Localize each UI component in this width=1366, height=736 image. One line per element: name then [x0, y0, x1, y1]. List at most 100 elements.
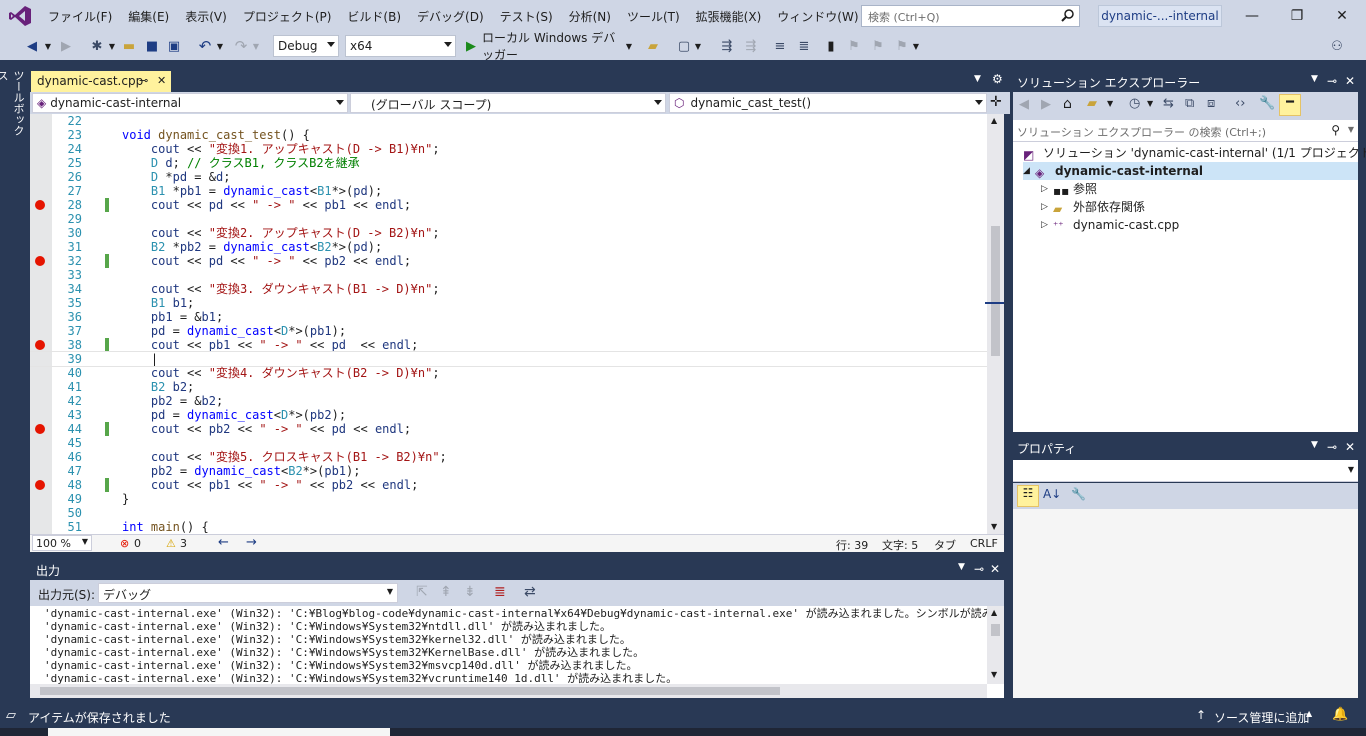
project-select[interactable]: ◈ dynamic-cast-internal — [32, 93, 348, 113]
solution-explorer-search[interactable]: ソリューション エクスプローラー の検索 (Ctrl+;) ⚲ ▼ — [1013, 120, 1358, 142]
collapsed-triangle-icon[interactable]: ▷ — [1041, 198, 1053, 216]
code-line[interactable]: 31 B2 *pb2 = dynamic_cast<B2*>(pd); — [30, 240, 990, 254]
breakpoint-icon[interactable] — [35, 256, 45, 266]
add-to-source-control[interactable]: ソース管理に追加 — [1214, 709, 1309, 726]
configuration-select[interactable]: Debug — [273, 35, 339, 57]
browser-icon[interactable]: ▢ — [676, 36, 692, 56]
breakpoint-icon[interactable] — [35, 340, 45, 350]
code-editor[interactable]: 22 23 void dynamic_cast_test() {24 cout <<… — [30, 114, 1004, 534]
scroll-up-icon[interactable]: ▲ — [991, 116, 997, 125]
redo-icon[interactable]: ↷ — [232, 36, 250, 56]
close-panel-icon[interactable]: ✕ — [1345, 74, 1355, 88]
scroll-down-icon[interactable]: ▼ — [991, 670, 997, 679]
pending-changes-icon[interactable]: ◷ — [1129, 96, 1140, 111]
arrow-up-icon[interactable]: ↑ — [1196, 708, 1206, 722]
dropdown-icon[interactable]: ▼ — [958, 562, 965, 572]
switch-view-icon[interactable]: ▰ — [1087, 96, 1097, 111]
code-line[interactable]: 50 — [30, 506, 990, 520]
code-line[interactable]: 30 cout << "変換2. アップキャスト(D -> B2)¥n"; — [30, 226, 990, 240]
menu-item-1[interactable]: 編集(E) — [120, 8, 177, 25]
scope-select[interactable]: (グローバル スコープ) — [350, 93, 666, 113]
code-line[interactable]: 37 pd = dynamic_cast<D*>(pb1); — [30, 324, 990, 338]
preview-selected-icon[interactable]: ━ — [1279, 94, 1301, 116]
code-line[interactable]: 41 B2 b2; — [30, 380, 990, 394]
back-dropdown-icon[interactable]: ▼ — [42, 36, 54, 56]
pin-icon[interactable]: ⊸ — [1327, 440, 1337, 454]
menu-item-9[interactable]: 拡張機能(X) — [688, 8, 770, 25]
menu-item-8[interactable]: ツール(T) — [619, 8, 688, 25]
menu-item-2[interactable]: 表示(V) — [177, 8, 235, 25]
close-panel-icon[interactable]: ✕ — [990, 562, 1000, 576]
chevron-up-icon[interactable]: ▲ — [1306, 709, 1312, 718]
tree-item-references[interactable]: ▷ ▪▪ 参照 — [1041, 180, 1097, 198]
collapsed-triangle-icon[interactable]: ▷ — [1041, 180, 1053, 198]
code-line[interactable]: 51 int main() { — [30, 520, 990, 534]
breakpoint-icon[interactable] — [35, 200, 45, 210]
search-input[interactable]: 検索 (Ctrl+Q) — [861, 5, 1080, 27]
goto-icon[interactable]: ⇱ — [416, 584, 428, 600]
code-line[interactable]: 25 D d; // クラスB1, クラスB2を継承 — [30, 156, 990, 170]
code-line[interactable]: 23 void dynamic_cast_test() { — [30, 128, 990, 142]
forward-icon[interactable]: ▶ — [58, 36, 74, 56]
process-icon[interactable]: ▰ — [644, 36, 662, 56]
code-line[interactable]: 26 D *pd = &d; — [30, 170, 990, 184]
save-icon[interactable]: ■ — [144, 36, 160, 56]
gear-icon[interactable]: ⚙ — [992, 72, 1003, 86]
code-line[interactable]: 46 cout << "変換5. クロスキャスト(B1 -> B2)¥n"; — [30, 450, 990, 464]
output-vertical-scrollbar[interactable]: ▲ ▼ — [987, 606, 1004, 684]
toolbox-tab[interactable]: ツールボックス — [0, 70, 26, 140]
next-message-icon[interactable]: ⇟ — [464, 584, 476, 600]
minimize-icon[interactable]: — — [1242, 6, 1262, 26]
prev-message-icon[interactable]: ⇞ — [440, 584, 452, 600]
close-window-icon[interactable]: ✕ — [1332, 6, 1352, 26]
tab-dynamic-cast-cpp[interactable]: dynamic-cast.cpp ⊸ ✕ — [31, 71, 171, 92]
search-options-icon[interactable]: ▼ — [1348, 125, 1354, 134]
back-icon[interactable]: ◀ — [24, 36, 40, 56]
tab-list-icon[interactable]: ▼ — [974, 74, 981, 84]
menu-item-10[interactable]: ウィンドウ(W) — [769, 8, 866, 25]
tree-item-solution[interactable]: ◩ ソリューション 'dynamic-cast-internal' (1/1 プ… — [1023, 144, 1366, 162]
uncomment-icon[interactable]: ≣ — [796, 36, 812, 56]
output-source-select[interactable]: デバッグ ▼ — [98, 583, 398, 603]
visual-studio-logo-icon[interactable] — [8, 5, 32, 27]
menu-item-4[interactable]: ビルド(B) — [339, 8, 409, 25]
taskbar-search-box[interactable] — [48, 728, 390, 736]
tree-item-external-deps[interactable]: ▷ ▰ 外部依存関係 — [1041, 198, 1145, 216]
undo-dropdown-icon[interactable]: ▼ — [216, 36, 224, 56]
browser-dropdown-icon[interactable]: ▼ — [694, 36, 702, 56]
show-all-files-icon[interactable]: ⧈ — [1207, 96, 1215, 111]
editor-scroll-thumb[interactable] — [991, 226, 1000, 356]
forward-icon[interactable]: ▶ — [1041, 97, 1051, 112]
alphabetical-icon[interactable]: A↓ — [1043, 487, 1061, 501]
pin-icon[interactable]: ⊸ — [139, 74, 148, 87]
code-line[interactable]: 24 cout << "変換1. アップキャスト(D -> B1)¥n"; — [30, 142, 990, 156]
word-wrap-icon[interactable]: ⇄ — [524, 584, 536, 600]
notification-bell-icon[interactable]: 🔔 — [1332, 707, 1348, 722]
code-line[interactable]: 43 pd = dynamic_cast<D*>(pb2); — [30, 408, 990, 422]
code-line[interactable]: 47 pb2 = dynamic_cast<B2*>(pb1); — [30, 464, 990, 478]
code-line[interactable]: 48 cout << pb1 << " -> " << pb2 << endl; — [30, 478, 990, 492]
error-icon[interactable]: ⊗ — [120, 537, 129, 550]
maximize-icon[interactable]: ❐ — [1287, 6, 1307, 26]
solution-name-badge[interactable]: dynamic-...-internal — [1098, 5, 1222, 27]
bookmark-clear-icon[interactable]: ⚑ — [894, 36, 910, 56]
dropdown-icon[interactable]: ▼ — [1311, 440, 1318, 450]
split-icon[interactable]: ✛ — [990, 94, 1002, 110]
code-line[interactable]: 28 cout << pd << " -> " << pb1 << endl; — [30, 198, 990, 212]
code-line[interactable]: 49} — [30, 492, 990, 506]
close-panel-icon[interactable]: ✕ — [1345, 440, 1355, 454]
property-pages-wrench-icon[interactable]: 🔧 — [1071, 487, 1086, 501]
warning-icon[interactable]: ⚠ — [166, 537, 176, 550]
output-scroll-thumb[interactable] — [991, 624, 1000, 636]
properties-wrench-icon[interactable]: 🔧 — [1259, 96, 1275, 111]
code-line[interactable]: 39 | — [30, 351, 991, 367]
code-line[interactable]: 34 cout << "変換3. ダウンキャスト(B1 -> D)¥n"; — [30, 282, 990, 296]
expanded-triangle-icon[interactable]: ◢ — [1023, 162, 1035, 180]
line-ending[interactable]: CRLF — [970, 537, 998, 550]
code-line[interactable]: 40 cout << "変換4. ダウンキャスト(B2 -> D)¥n"; — [30, 366, 990, 380]
platform-select[interactable]: x64 — [345, 35, 456, 57]
function-select[interactable]: ⬡ dynamic_cast_test() — [669, 93, 987, 113]
new-dropdown-icon[interactable]: ▼ — [108, 36, 116, 56]
start-debug-button[interactable]: ローカル Windows デバッガー ▼ — [482, 31, 632, 62]
code-line[interactable]: 42 pb2 = &b2; — [30, 394, 990, 408]
